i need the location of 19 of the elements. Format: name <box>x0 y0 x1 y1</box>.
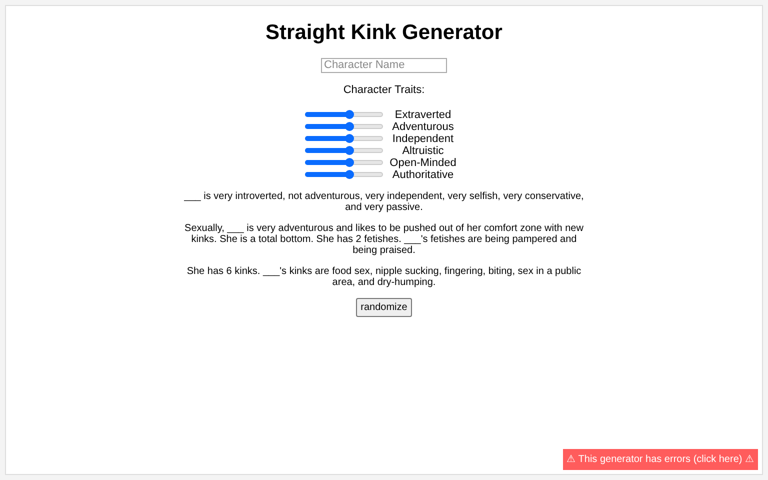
trait-slider[interactable] <box>305 168 383 180</box>
trait-label: Independent <box>392 132 454 144</box>
page-title: Straight Kink Generator <box>266 20 502 46</box>
trait-label: Adventurous <box>392 120 454 132</box>
trait-label: Open-Minded <box>390 156 456 168</box>
trait-label: Authoritative <box>392 168 454 180</box>
randomize-button[interactable]: randomize <box>356 298 412 316</box>
traits-heading: Character Traits: <box>343 83 425 98</box>
trait-slider[interactable] <box>305 156 383 168</box>
trait-slider[interactable] <box>305 120 383 132</box>
trait-slider[interactable] <box>305 144 383 156</box>
trait-label: Altruistic <box>402 144 444 156</box>
description-paragraph: Sexually, ___ is very adventurous and likes to be pushed out of her comfort zone with new kinks. She is a total bottom. She has 2 fetishes. ___'s fetishes are being pampered and being praised. <box>184 222 584 256</box>
description-paragraph: ___ is very introverted, not adventurous, very independent, very selfish, very conservative, and very passive. <box>183 190 585 212</box>
name-field[interactable]: Character Name <box>321 58 447 73</box>
trait-slider[interactable] <box>305 132 383 144</box>
trait-slider[interactable] <box>305 108 383 120</box>
description-paragraph: She has 6 kinks. ___'s kinks are food sex, nipple sucking, fingering, biting, sex in a public area, and dry-humping. <box>186 266 582 288</box>
trait-label: Extraverted <box>394 108 452 120</box>
